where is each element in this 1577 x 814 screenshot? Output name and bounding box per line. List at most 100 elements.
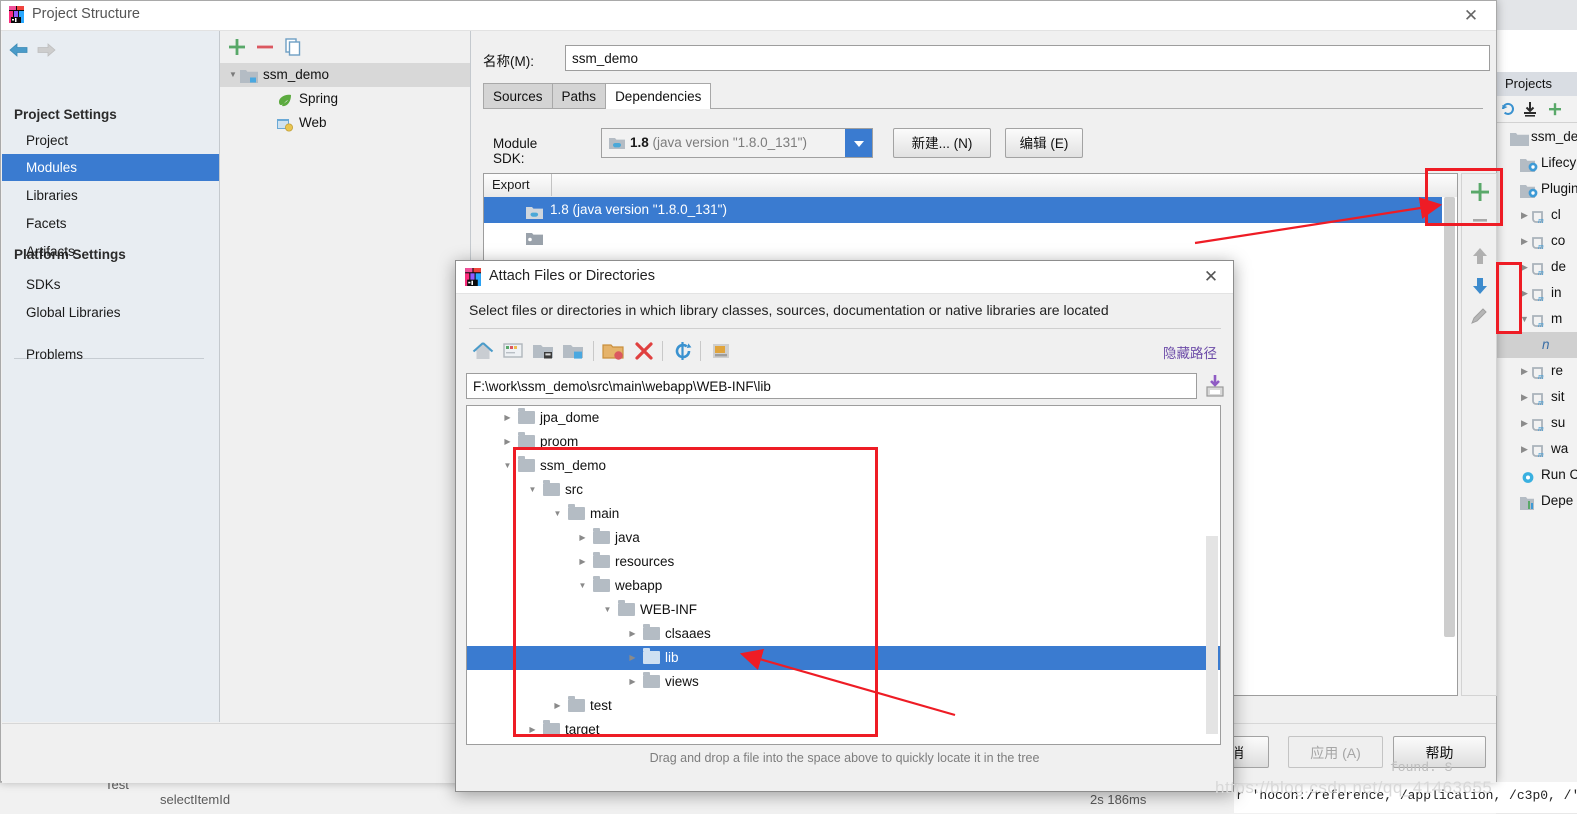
chevron-right-icon[interactable]: ▶ xyxy=(499,406,516,430)
chevron-right-icon[interactable]: ▶ xyxy=(574,550,591,574)
file-tree-item-test[interactable]: ▶ test xyxy=(467,694,1220,718)
copy-module-button[interactable] xyxy=(282,36,304,58)
chevron-down-icon[interactable]: ▼ xyxy=(499,454,516,478)
close-icon[interactable]: ✕ xyxy=(1199,266,1223,288)
file-tree-item-main[interactable]: ▼ main xyxy=(467,502,1220,526)
edit-sdk-button[interactable]: 编辑 (E) xyxy=(1005,128,1083,158)
maven-tree[interactable]: ssm_demLifecyPlugin▶mcl▶mco▶mde▶min▼mmn▶… xyxy=(1497,124,1577,514)
chevron-right-icon[interactable]: ▶ xyxy=(574,526,591,550)
maven-tree-item[interactable]: Depe xyxy=(1497,488,1577,514)
file-tree-item-lib[interactable]: ▶ lib xyxy=(467,646,1220,670)
module-name-input[interactable] xyxy=(565,45,1490,71)
file-chooser-toolbar[interactable]: 隐藏路径 xyxy=(466,335,1223,367)
chevron-icon[interactable]: ▶ xyxy=(1519,384,1530,410)
dependencies-scrollbar[interactable] xyxy=(1442,197,1457,695)
add-dependency-button[interactable] xyxy=(1468,180,1492,204)
chevron-icon[interactable]: ▼ xyxy=(1519,306,1530,332)
module-tree-item-ssm_demo[interactable]: ▼ ssm_demo xyxy=(220,63,470,87)
chevron-down-icon[interactable] xyxy=(845,129,872,157)
path-input[interactable] xyxy=(466,373,1197,399)
home-icon[interactable] xyxy=(470,338,496,364)
chevron-right-icon[interactable]: ▶ xyxy=(499,430,516,454)
file-tree-item-webapp[interactable]: ▼ webapp xyxy=(467,574,1220,598)
scrollbar-thumb[interactable] xyxy=(1206,536,1218,734)
file-tree-rows[interactable]: ▶ jpa_dome ▶ proom ▼ ssm_demo ▼ src ▼ main ▶ java ▶ r… xyxy=(467,406,1220,744)
chevron-icon[interactable]: ▶ xyxy=(1519,358,1530,384)
chevron-icon[interactable]: ▶ xyxy=(1519,280,1530,306)
remove-dependency-button[interactable] xyxy=(1468,208,1492,232)
chevron-down-icon[interactable]: ▼ xyxy=(574,574,591,598)
arrow-left-icon[interactable] xyxy=(8,41,30,59)
refresh-icon[interactable] xyxy=(670,338,696,364)
maven-tree-item[interactable]: ▶ m in xyxy=(1497,280,1577,306)
show-hidden-icon[interactable] xyxy=(708,338,734,364)
reimport-icon[interactable] xyxy=(1499,100,1517,118)
maven-tree-item[interactable]: ▶ m co xyxy=(1497,228,1577,254)
file-tree-item-jpa_dome[interactable]: ▶ jpa_dome xyxy=(467,406,1220,430)
maven-toolbar[interactable] xyxy=(1497,96,1577,123)
maven-tree-item[interactable]: ▶ m de xyxy=(1497,254,1577,280)
sidebar-item-sdks[interactable]: SDKs xyxy=(2,271,219,298)
maven-tree-item[interactable]: Run C xyxy=(1497,462,1577,488)
chevron-icon[interactable]: ▶ xyxy=(1519,436,1530,462)
chevron-right-icon[interactable]: ▶ xyxy=(499,742,516,744)
add-module-button[interactable] xyxy=(226,36,248,58)
module-list-panel[interactable]: ▼ ssm_demo Spring Web xyxy=(220,31,471,722)
maven-tree-item[interactable]: Lifecy xyxy=(1497,150,1577,176)
sidebar-item-libraries[interactable]: Libraries xyxy=(2,182,219,209)
project-dir-icon[interactable] xyxy=(560,338,586,364)
drive-icon[interactable] xyxy=(530,338,556,364)
maven-tree-item[interactable]: ▶ m re xyxy=(1497,358,1577,384)
file-tree-item-clsaaes[interactable]: ▶ clsaaes xyxy=(467,622,1220,646)
chevron-down-icon[interactable]: ▼ xyxy=(599,598,616,622)
maven-tree-item[interactable]: Plugin xyxy=(1497,176,1577,202)
chevron-down-icon[interactable]: ▼ xyxy=(549,502,566,526)
remove-module-button[interactable] xyxy=(254,36,276,58)
edit-dependency-button[interactable] xyxy=(1468,304,1492,328)
module-tree[interactable]: ▼ ssm_demo Spring Web xyxy=(220,63,470,135)
chevron-icon[interactable]: ▶ xyxy=(1519,254,1530,280)
save-path-icon[interactable] xyxy=(1204,373,1226,399)
maven-tree-item[interactable]: ▶ m wa xyxy=(1497,436,1577,462)
maven-projects-panel[interactable]: Projects ssm_demLifecyPlugin▶mcl▶mco▶mde… xyxy=(1496,72,1577,813)
file-tree-item-proom[interactable]: ▶ proom xyxy=(467,430,1220,454)
maven-tree-item[interactable]: n xyxy=(1497,332,1577,358)
chevron-right-icon[interactable]: ▶ xyxy=(624,622,641,646)
sidebar-item-facets[interactable]: Facets xyxy=(2,210,219,237)
new-sdk-button[interactable]: 新建... (N) xyxy=(893,128,991,158)
maven-tree-item[interactable]: ▶ m sit xyxy=(1497,384,1577,410)
tab-sources[interactable]: Sources xyxy=(483,83,553,108)
module-tree-item-web[interactable]: Web xyxy=(220,111,470,135)
apply-button[interactable]: 应用 (A) xyxy=(1288,736,1383,768)
nav-history-controls[interactable] xyxy=(2,35,219,65)
module-toolbar[interactable] xyxy=(220,31,470,63)
chevron-right-icon[interactable]: ▶ xyxy=(524,718,541,742)
sidebar-item-global-libraries[interactable]: Global Libraries xyxy=(2,299,219,326)
move-up-button[interactable] xyxy=(1468,244,1492,268)
maven-tree-item[interactable]: ▼ m m xyxy=(1497,306,1577,332)
file-tree-item-src[interactable]: ▼ src xyxy=(467,478,1220,502)
file-tree-item-web-inf[interactable]: ▼ WEB-INF xyxy=(467,598,1220,622)
file-tree-item-resources[interactable]: ▶ resources xyxy=(467,550,1220,574)
chevron-right-icon[interactable]: ▶ xyxy=(624,670,641,694)
new-folder-icon[interactable] xyxy=(600,338,626,364)
dependency-row[interactable]: 1.8 (java version "1.8.0_131") xyxy=(484,197,1457,223)
delete-icon[interactable] xyxy=(631,338,657,364)
maven-tree-item[interactable]: ▶ m su xyxy=(1497,410,1577,436)
desktop-icon[interactable] xyxy=(500,338,526,364)
file-tree[interactable]: ▶ jpa_dome ▶ proom ▼ ssm_demo ▼ src ▼ main ▶ java ▶ r… xyxy=(466,405,1221,745)
chevron-right-icon[interactable]: ▶ xyxy=(549,694,566,718)
file-tree-item-views[interactable]: ▶ views xyxy=(467,670,1220,694)
hide-path-link[interactable]: 隐藏路径 xyxy=(1163,342,1217,362)
tab-dependencies[interactable]: Dependencies xyxy=(605,83,712,109)
chevron-icon[interactable]: ▼ xyxy=(226,63,240,87)
chevron-down-icon[interactable]: ▼ xyxy=(524,478,541,502)
dependency-toolbar[interactable] xyxy=(1461,173,1497,696)
sidebar-item-problems[interactable]: Problems xyxy=(2,341,219,368)
chevron-icon[interactable]: ▶ xyxy=(1519,202,1530,228)
sidebar-item-project[interactable]: Project xyxy=(2,127,219,154)
tab-paths[interactable]: Paths xyxy=(551,83,607,108)
settings-sidebar[interactable]: Project Settings Platform Settings Project… xyxy=(2,31,220,722)
chevron-icon[interactable]: ▶ xyxy=(1519,410,1530,436)
sidebar-item-modules[interactable]: Modules xyxy=(2,154,219,181)
